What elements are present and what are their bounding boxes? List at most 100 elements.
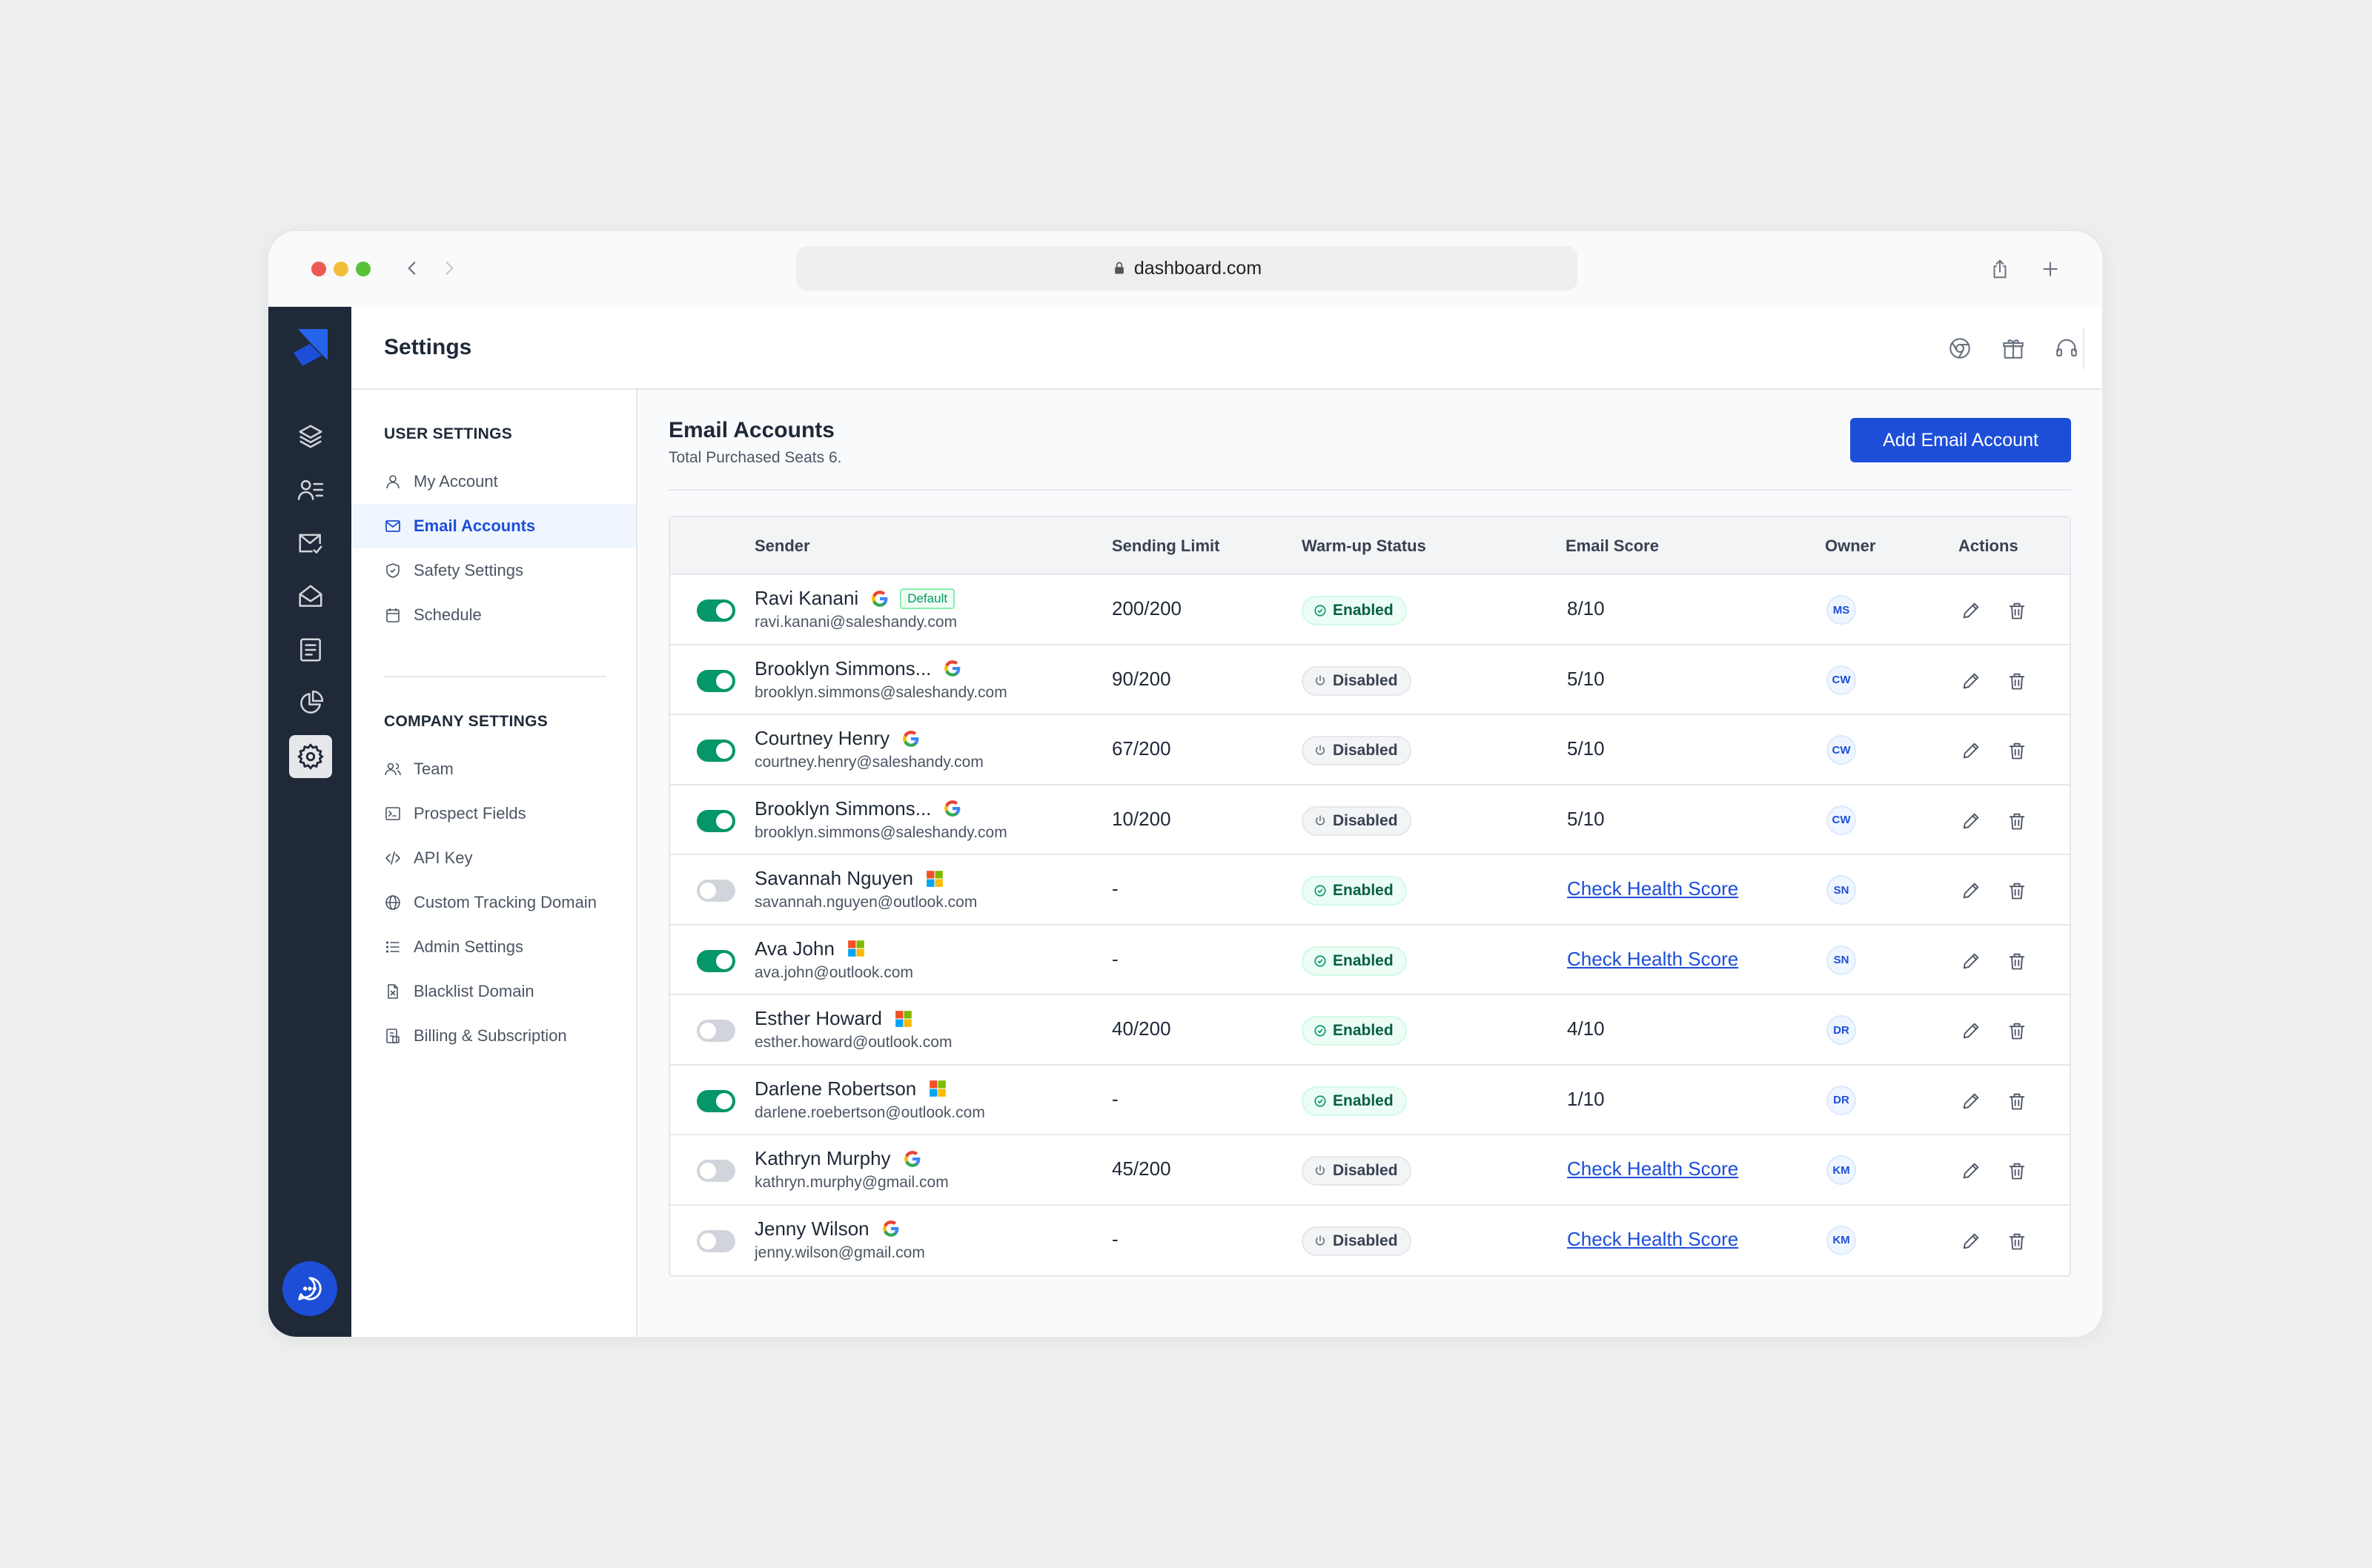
- forward-arrow-icon[interactable]: [436, 255, 463, 282]
- subnav-item-schedule[interactable]: Schedule: [351, 593, 636, 637]
- warmup-status-badge: Enabled: [1302, 1016, 1407, 1046]
- mail-check-icon[interactable]: [289, 522, 332, 565]
- header-sender: Sender: [755, 536, 810, 555]
- check-health-score-link[interactable]: Check Health Score: [1567, 1157, 1738, 1180]
- account-toggle[interactable]: [697, 809, 735, 832]
- edit-pencil-icon[interactable]: [1958, 1229, 1984, 1254]
- table-row: Savannah Nguyen savannah.nguyen@outlook.…: [670, 855, 2070, 926]
- subnav-item-my-account[interactable]: My Account: [351, 459, 636, 504]
- url-bar[interactable]: dashboard.com: [796, 246, 1577, 290]
- sender-name-text: Savannah Nguyen: [755, 867, 913, 889]
- account-toggle[interactable]: [697, 880, 735, 902]
- sender-name-text: Brooklyn Simmons...: [755, 797, 932, 820]
- subnav-item-label: Billing & Subscription: [414, 1026, 567, 1045]
- user-settings-heading: USER SETTINGS: [384, 425, 513, 442]
- section-divider: [669, 489, 2071, 491]
- subnav-item-api-key[interactable]: API Key: [351, 836, 636, 880]
- check-health-score-link[interactable]: Check Health Score: [1567, 1228, 1738, 1250]
- delete-trash-icon[interactable]: [2004, 738, 2030, 763]
- owner-avatar: KM: [1826, 1155, 1856, 1185]
- inbox-icon[interactable]: [289, 575, 332, 618]
- layers-icon[interactable]: [289, 415, 332, 458]
- subnav-item-team[interactable]: Team: [351, 747, 636, 791]
- headset-icon[interactable]: [2050, 332, 2083, 365]
- warmup-status-badge: Disabled: [1302, 805, 1411, 836]
- back-arrow-icon[interactable]: [399, 255, 425, 282]
- prospects-icon[interactable]: [289, 468, 332, 511]
- account-toggle[interactable]: [697, 740, 735, 762]
- subnav-item-label: Prospect Fields: [414, 804, 526, 823]
- account-toggle[interactable]: [697, 1160, 735, 1182]
- edit-pencil-icon[interactable]: [1958, 1158, 1984, 1183]
- app-logo-icon[interactable]: [292, 328, 329, 368]
- sending-limit: 67/200: [1112, 737, 1171, 760]
- delete-trash-icon[interactable]: [2004, 808, 2030, 834]
- owner-avatar: DR: [1826, 1015, 1856, 1045]
- sender-name-text: Courtney Henry: [755, 727, 890, 749]
- window-minimize-dot[interactable]: [334, 262, 348, 276]
- table-body: Ravi Kanani Default ravi.kanani@saleshan…: [670, 575, 2070, 1275]
- delete-trash-icon[interactable]: [2004, 1018, 2030, 1043]
- account-toggle[interactable]: [697, 669, 735, 692]
- chrome-extension-icon[interactable]: [1944, 332, 1976, 365]
- subnav-item-admin-settings[interactable]: Admin Settings: [351, 925, 636, 969]
- delete-trash-icon[interactable]: [2004, 668, 2030, 694]
- subnav-item-label: My Account: [414, 472, 498, 491]
- toggle-knob: [716, 812, 732, 829]
- account-toggle[interactable]: [697, 1089, 735, 1112]
- subnav-item-billing-subscription[interactable]: Billing & Subscription: [351, 1014, 636, 1058]
- delete-trash-icon[interactable]: [2004, 1089, 2030, 1114]
- new-tab-icon[interactable]: [2035, 254, 2065, 284]
- account-toggle[interactable]: [697, 599, 735, 622]
- warmup-status-label: Disabled: [1333, 742, 1398, 759]
- subnav-item-safety-settings[interactable]: Safety Settings: [351, 548, 636, 593]
- subnav-item-custom-tracking-domain[interactable]: Custom Tracking Domain: [351, 880, 636, 925]
- sending-limit: -: [1112, 877, 1119, 900]
- table-row: Jenny Wilson jenny.wilson@gmail.com - Di…: [670, 1206, 2070, 1276]
- users-icon: [385, 763, 401, 776]
- edit-pencil-icon[interactable]: [1958, 598, 1984, 623]
- check-circle-icon: [1314, 1025, 1326, 1037]
- edit-pencil-icon[interactable]: [1958, 878, 1984, 903]
- delete-trash-icon[interactable]: [2004, 1158, 2030, 1183]
- chat-icon: [298, 1277, 322, 1300]
- edit-pencil-icon[interactable]: [1958, 668, 1984, 694]
- settings-gear-icon[interactable]: [289, 735, 332, 778]
- power-icon: [1315, 745, 1325, 755]
- add-email-account-button[interactable]: Add Email Account: [1850, 418, 2071, 462]
- subnav-item-email-accounts[interactable]: Email Accounts: [351, 504, 636, 548]
- power-icon: [1315, 814, 1325, 825]
- edit-pencil-icon[interactable]: [1958, 1089, 1984, 1114]
- subnav-item-blacklist-domain[interactable]: Blacklist Domain: [351, 969, 636, 1014]
- warmup-status-label: Enabled: [1333, 951, 1394, 969]
- google-icon: [903, 730, 919, 747]
- sender-name: Ava John: [755, 937, 866, 960]
- account-toggle[interactable]: [697, 1229, 735, 1252]
- sending-limit: 40/200: [1112, 1017, 1171, 1040]
- gift-icon[interactable]: [1997, 332, 2030, 365]
- chat-support-button[interactable]: [282, 1261, 337, 1316]
- edit-pencil-icon[interactable]: [1958, 738, 1984, 763]
- owner-avatar: SN: [1826, 875, 1856, 905]
- account-toggle[interactable]: [697, 949, 735, 972]
- check-health-score-link[interactable]: Check Health Score: [1567, 877, 1738, 900]
- edit-pencil-icon[interactable]: [1958, 808, 1984, 834]
- templates-icon[interactable]: [289, 628, 332, 671]
- share-icon[interactable]: [1985, 254, 2015, 284]
- edit-pencil-icon[interactable]: [1958, 1018, 1984, 1043]
- analytics-pie-icon[interactable]: [289, 682, 332, 725]
- account-toggle[interactable]: [697, 1020, 735, 1042]
- window-maximize-dot[interactable]: [356, 262, 371, 276]
- window-close-dot[interactable]: [311, 262, 326, 276]
- delete-trash-icon[interactable]: [2004, 598, 2030, 623]
- delete-trash-icon[interactable]: [2004, 1229, 2030, 1254]
- email-score: 1/10: [1567, 1087, 1605, 1110]
- edit-pencil-icon[interactable]: [1958, 949, 1984, 974]
- delete-trash-icon[interactable]: [2004, 949, 2030, 974]
- microsoft-icon: [927, 870, 943, 887]
- delete-trash-icon[interactable]: [2004, 878, 2030, 903]
- sending-limit: -: [1112, 1227, 1119, 1250]
- subnav-item-prospect-fields[interactable]: Prospect Fields: [351, 791, 636, 836]
- check-health-score-link[interactable]: Check Health Score: [1567, 948, 1738, 970]
- sender-name: Savannah Nguyen: [755, 867, 944, 890]
